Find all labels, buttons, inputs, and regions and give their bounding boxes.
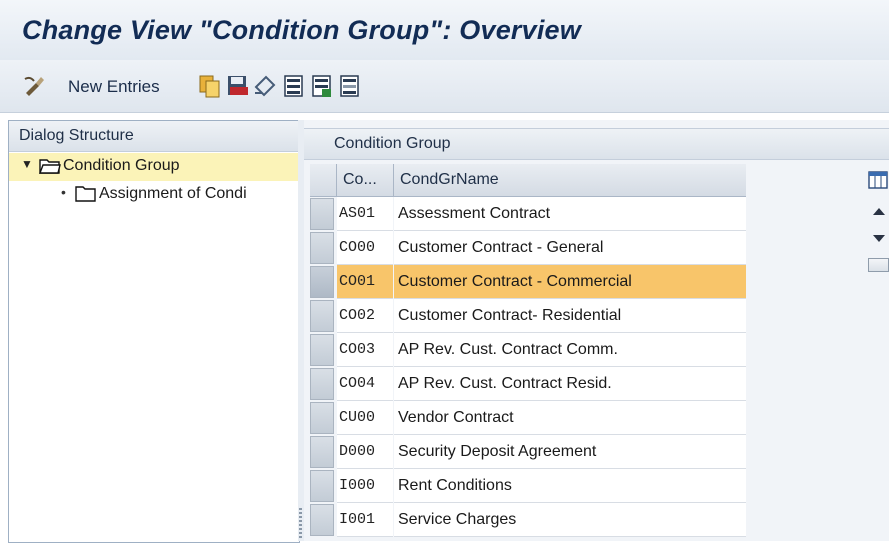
row-code: D000 [339,443,376,460]
table-header-row: Co... CondGrName [310,164,746,197]
row-selector[interactable] [310,266,334,298]
select-block-icon[interactable] [310,73,334,99]
select-all-icon[interactable] [282,73,306,99]
table-row[interactable]: AS01 Assessment Contract [310,197,746,231]
row-code: CO04 [339,375,376,392]
row-selector[interactable] [310,470,334,502]
table-vertical-scrollbar [866,170,889,300]
column-header-name[interactable]: CondGrName [394,164,746,196]
table-settings-icon[interactable] [868,170,888,190]
table-row[interactable]: CO03 AP Rev. Cust. Contract Comm. [310,333,746,367]
row-code: I001 [339,511,376,528]
scroll-thumb[interactable] [868,258,889,272]
table-row-selected[interactable]: CO01 Customer Contract - Commercial [310,265,746,299]
table-row[interactable]: CO02 Customer Contract- Residential [310,299,746,333]
folder-icon [75,185,97,208]
row-selector[interactable] [310,402,334,434]
row-selector[interactable] [310,300,334,332]
row-code: CU00 [339,409,376,426]
row-selector[interactable] [310,368,334,400]
tree-item-condition-group[interactable]: ▼ Condition Group [9,153,299,181]
table-row[interactable]: I001 Service Charges [310,503,746,537]
dialog-structure-panel: Dialog Structure ▼ Condition Group • Ass… [8,120,300,543]
row-code: CO00 [339,239,376,256]
row-selector[interactable] [310,334,334,366]
table-row[interactable]: CO00 Customer Contract - General [310,231,746,265]
dialog-structure-header: Dialog Structure [9,121,299,152]
row-name: Assessment Contract [398,205,551,222]
tree-item-label: Condition Group [63,157,180,174]
title-bar: Change View "Condition Group": Overview [0,0,889,60]
condition-group-panel: Condition Group Co... CondGrName AS01 As… [304,120,889,541]
row-name: Service Charges [398,511,517,528]
splitter-grip-icon[interactable] [299,508,302,538]
row-selector[interactable] [310,198,334,230]
row-name: Customer Contract - General [398,239,604,256]
column-header-code[interactable]: Co... [337,164,394,196]
copy-icon[interactable] [198,73,222,99]
row-name: Customer Contract- Residential [398,307,622,324]
dialog-structure-title: Dialog Structure [19,127,134,144]
table-row[interactable]: CO04 AP Rev. Cust. Contract Resid. [310,367,746,401]
row-selector[interactable] [310,504,334,536]
row-name: Vendor Contract [398,409,514,426]
condition-group-header: Condition Group [304,128,889,160]
row-selector[interactable] [310,436,334,468]
deselect-all-icon[interactable] [338,73,362,99]
open-folder-icon [38,156,61,181]
table-row[interactable]: I000 Rent Conditions [310,469,746,503]
application-toolbar: New Entries [0,60,889,113]
tree-item-assignment[interactable]: • Assignment of Condi [9,181,299,209]
scroll-down-icon[interactable] [872,232,886,244]
row-code: CO02 [339,307,376,324]
table-row[interactable]: D000 Security Deposit Agreement [310,435,746,469]
select-all-rows-cell[interactable] [310,164,337,196]
row-code: AS01 [339,205,376,222]
undo-icon[interactable] [252,73,278,99]
tree-expanded-icon[interactable]: ▼ [21,157,33,171]
row-name: Security Deposit Agreement [398,443,597,460]
page-title: Change View "Condition Group": Overview [22,15,581,45]
change-display-icon[interactable] [22,73,48,99]
row-selector[interactable] [310,232,334,264]
row-name: AP Rev. Cust. Contract Comm. [398,341,618,358]
row-code: I000 [339,477,376,494]
tree-bullet-icon: • [61,184,66,200]
condition-group-title: Condition Group [334,135,451,152]
save-as-icon[interactable] [226,73,250,99]
row-name: Customer Contract - Commercial [398,273,632,290]
row-name: Rent Conditions [398,477,512,494]
row-code: CO03 [339,341,376,358]
row-name: AP Rev. Cust. Contract Resid. [398,375,612,392]
table-row[interactable]: CU00 Vendor Contract [310,401,746,435]
tree-item-label: Assignment of Condi [99,185,247,202]
scroll-up-icon[interactable] [872,204,886,216]
row-code: CO01 [339,273,376,290]
new-entries-button[interactable]: New Entries [68,77,160,97]
